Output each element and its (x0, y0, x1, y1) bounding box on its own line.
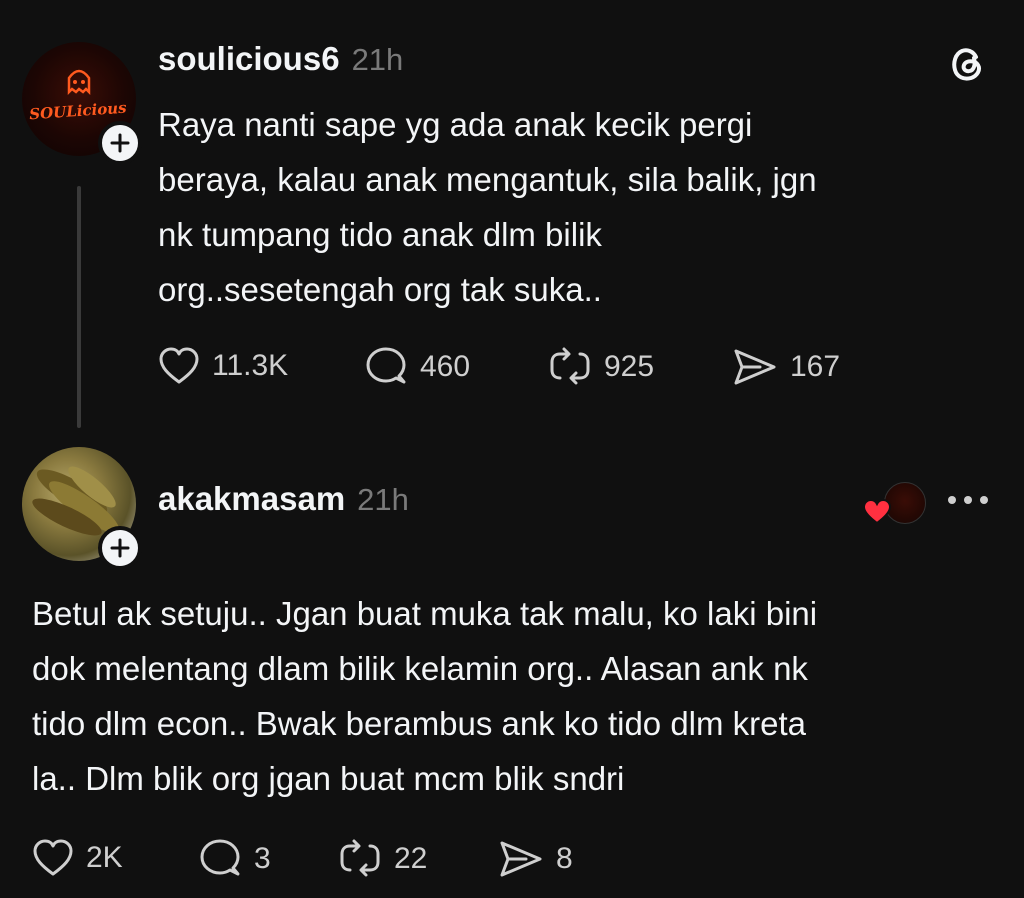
reply-button[interactable]: 3 (198, 838, 271, 880)
repost-icon (340, 839, 380, 877)
username[interactable]: akakmasam (158, 480, 345, 518)
timestamp: 21h (357, 482, 409, 517)
repost-button[interactable]: 22 (338, 838, 427, 880)
heart-icon (159, 347, 199, 384)
share-button[interactable]: 167 (732, 346, 840, 388)
post-text-line: dok melentang dlam bilik kelamin org.. A… (32, 650, 808, 687)
heart-icon (33, 839, 73, 876)
share-count: 8 (556, 842, 573, 875)
timestamp: 21h (351, 42, 404, 77)
red-heart-icon (862, 498, 892, 525)
repost-icon (550, 347, 590, 385)
share-icon (734, 349, 776, 385)
reply-body: Betul ak setuju.. Jgan buat muka tak mal… (32, 586, 1012, 806)
plus-icon (110, 133, 130, 153)
follow-button[interactable] (98, 526, 142, 570)
post-text-line: Raya nanti sape yg ada anak kecik pergi (158, 106, 753, 143)
liked-by-author-indicator (862, 480, 926, 526)
post-header: soulicious6 21h (158, 40, 403, 78)
reply-header: akakmasam 21h (158, 480, 409, 518)
post-text-line: Betul ak setuju.. Jgan buat muka tak mal… (32, 595, 818, 632)
repost-button[interactable]: 925 (548, 346, 654, 388)
post-text-line: org..sesetengah org tak suka.. (158, 271, 602, 308)
plus-icon (110, 538, 130, 558)
reply-count: 460 (420, 350, 471, 383)
comment-icon (366, 347, 406, 384)
post-body: Raya nanti sape yg ada anak kecik pergi … (158, 97, 978, 317)
follow-button[interactable] (98, 121, 142, 165)
threads-logo-icon[interactable] (946, 42, 990, 91)
like-button[interactable]: 11.3K (158, 346, 288, 386)
reply-count: 3 (254, 842, 271, 875)
reply-button[interactable]: 460 (364, 346, 470, 388)
username[interactable]: soulicious6 (158, 40, 340, 78)
share-button[interactable]: 8 (498, 838, 573, 880)
svg-text:SOULicious: SOULicious (29, 99, 128, 124)
comment-icon (200, 839, 240, 876)
share-count: 167 (790, 350, 841, 383)
repost-count: 925 (604, 350, 655, 383)
post-text-line: nk tumpang tido anak dlm bilik (158, 216, 602, 253)
thread-connector-line (77, 186, 81, 428)
post-text-line: beraya, kalau anak mengantuk, sila balik… (158, 161, 817, 198)
post-text-line: tido dlm econ.. Bwak berambus ank ko tid… (32, 705, 807, 742)
share-icon (500, 841, 542, 877)
like-count: 11.3K (212, 349, 289, 382)
post-text-line: la.. Dlm blik org jgan buat mcm blik snd… (32, 760, 625, 797)
like-count: 2K (86, 841, 123, 874)
more-dots-icon[interactable] (944, 490, 992, 515)
repost-count: 22 (394, 842, 428, 875)
like-button[interactable]: 2K (32, 838, 123, 878)
